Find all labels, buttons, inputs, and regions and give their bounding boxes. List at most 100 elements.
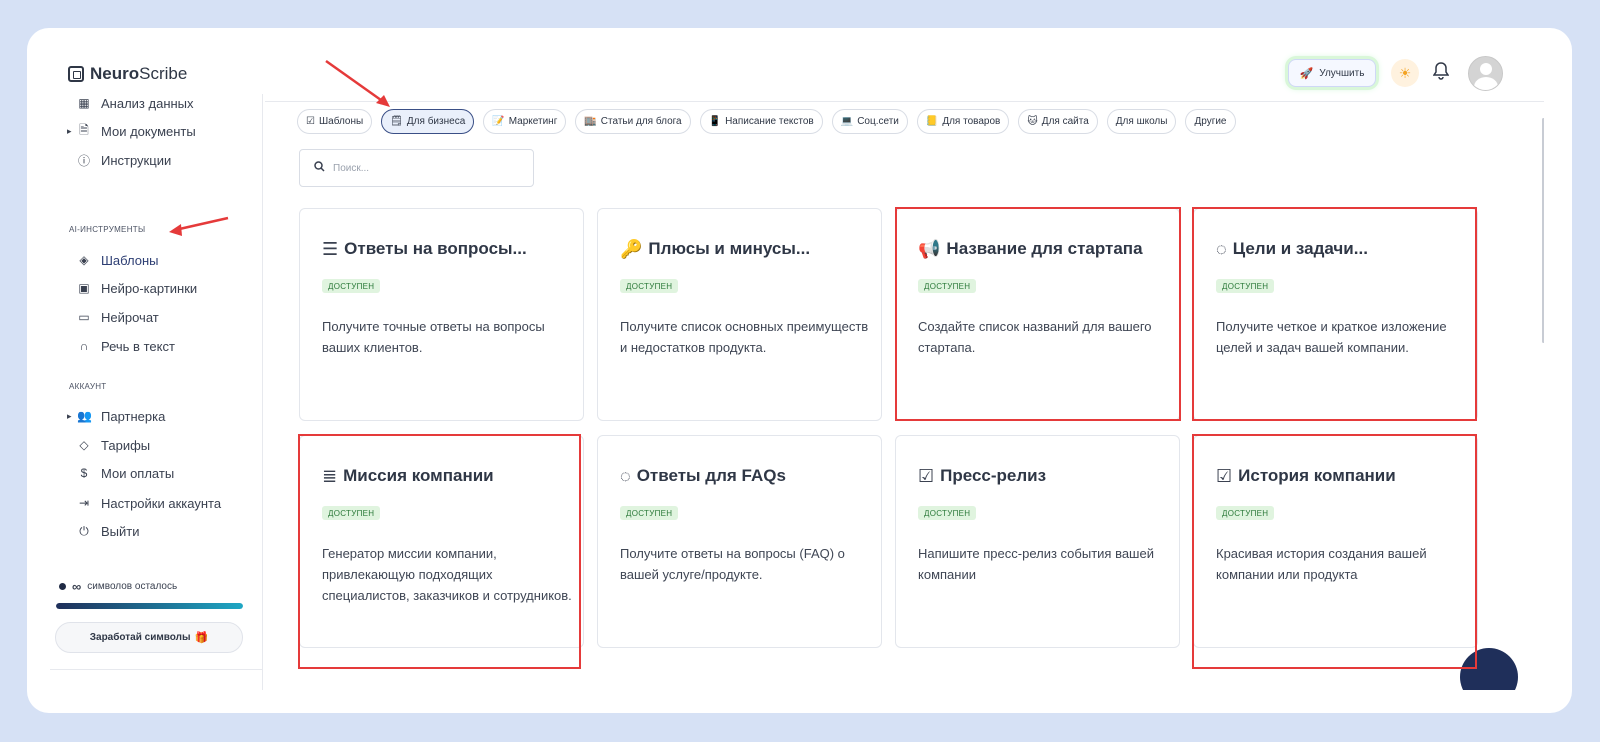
tag-icon: ◇ — [79, 438, 89, 452]
rocket-icon: 🚀 — [1299, 67, 1314, 80]
sidebar-section-account: Аккаунт — [69, 382, 107, 391]
chat-widget-button[interactable] — [1460, 648, 1518, 690]
sidebar-item-payments[interactable]: $ Мои оплаты — [77, 463, 175, 483]
sidebar-item-account-settings[interactable]: ⇥ Настройки аккаунта — [77, 493, 221, 513]
users-icon: 👥 — [77, 409, 92, 423]
sidebar-item-label: Партнерка — [101, 408, 166, 424]
status-badge: доступен — [322, 279, 381, 293]
template-card[interactable]: ◌ Ответы для FAQs доступен Получите ответы … — [597, 435, 882, 648]
tab-icon: ☑ — [306, 116, 315, 127]
card-description: Получите точные ответы на вопросы ваших … — [322, 319, 545, 355]
tab-icon: 📝 — [492, 116, 505, 127]
scrollbar[interactable] — [1542, 118, 1544, 343]
status-badge: доступен — [1216, 279, 1275, 293]
header-divider — [265, 101, 1544, 102]
tab-label: Шаблоны — [318, 116, 364, 127]
notification-bell-icon[interactable] — [1432, 62, 1450, 85]
sidebar-item-speech-to-text[interactable]: ∩ Речь в текст — [77, 336, 175, 356]
sidebar-item-label: Тарифы — [101, 437, 151, 453]
template-card[interactable]: ◌ Цели и задачи... доступен Получите четкое… — [1193, 208, 1478, 421]
headphones-icon: ∩ — [79, 339, 89, 353]
earn-label: Заработай символы — [89, 632, 191, 643]
sidebar-item-label: Нейрочат — [101, 309, 159, 325]
status-badge: доступен — [620, 279, 679, 293]
help-icon: ⓘ — [77, 153, 90, 168]
sidebar-item-label: Мои документы — [101, 123, 196, 139]
template-card[interactable]: 📢 Название для стартапа доступен Создайте с… — [895, 208, 1180, 421]
sidebar-item-templates[interactable]: ◈ Шаблоны — [77, 250, 159, 270]
card-icon: ☰ — [322, 239, 339, 259]
logo[interactable]: NeuroScribe — [68, 64, 187, 84]
card-title: Ответы для FAQs — [636, 466, 786, 485]
sidebar-item-label: Шаблоны — [101, 252, 159, 268]
tab-9[interactable]: Для школы — [1106, 109, 1177, 134]
dollar-icon: $ — [80, 466, 88, 480]
tab-5[interactable]: 📱 Написание текстов — [699, 109, 823, 134]
card-title: Пресс-релиз — [940, 466, 1047, 485]
sidebar-item-partners[interactable]: 👥 Партнерка — [67, 406, 166, 426]
card-description: Получите четкое и краткое изложение целе… — [1216, 319, 1447, 355]
search-input[interactable]: Поиск... — [299, 149, 534, 187]
template-card[interactable]: ☑ История компании доступен Красивая истори… — [1193, 435, 1478, 648]
tab-label: Для школы — [1115, 116, 1168, 127]
tab-7[interactable]: 📒 Для товаров — [916, 109, 1010, 134]
card-title-row: ☑ Пресс-релиз — [918, 466, 1046, 486]
sidebar-item-data-analysis[interactable]: ▦ Анализ данных — [77, 94, 193, 113]
card-title: История компании — [1238, 466, 1396, 485]
tab-8[interactable]: 🐱 Для сайта — [1018, 109, 1098, 134]
screenshot-frame: NeuroScribe 🚀 Улучшить ☀ ▦ Анализ данных… — [27, 28, 1572, 713]
chart-icon: ▦ — [78, 96, 90, 110]
tab-label: Соц.сети — [857, 116, 899, 127]
search-placeholder: Поиск... — [333, 162, 370, 174]
sidebar-item-label: Мои оплаты — [101, 465, 175, 481]
sidebar-item-instructions[interactable]: ⓘ Инструкции — [77, 150, 171, 170]
category-tabs: ☑ Шаблоны 🗒 Для бизнеса 📝 Маркетинг 🏬 Статьи дл… — [297, 109, 1236, 134]
card-icon: ☑ — [918, 466, 935, 486]
template-card[interactable]: ☰ Ответы на вопросы... доступен Получите то… — [299, 208, 584, 421]
card-icon: ≣ — [322, 466, 338, 486]
avatar[interactable] — [1468, 56, 1503, 91]
card-title: Ответы на вопросы... — [344, 239, 527, 258]
tab-label: Для товаров — [942, 116, 1001, 127]
earn-symbols-button[interactable]: Заработай символы 🎁 — [55, 622, 243, 653]
tab-label: Написание текстов — [725, 116, 814, 127]
chat-icon: ▭ — [78, 310, 90, 324]
status-dot — [59, 583, 66, 590]
gift-icon: 🎁 — [194, 632, 209, 644]
sidebar-section-ai: AI-инструменты — [69, 225, 146, 234]
card-icon: ◌ — [1216, 239, 1227, 259]
sidebar-item-tariffs[interactable]: ◇ Тарифы — [77, 435, 150, 455]
template-card[interactable]: ≣ Миссия компании доступен Генератор миссии… — [299, 435, 584, 648]
annotation-arrow-icon — [169, 216, 229, 236]
tab-6[interactable]: 💻 Соц.сети — [831, 109, 908, 134]
sidebar-item-label: Нейро-картинки — [101, 280, 198, 296]
sidebar-item-neuro-images[interactable]: ▣ Нейро-картинки — [77, 278, 197, 298]
card-description: Получите ответы на вопросы (FAQ) о вашей… — [620, 546, 845, 582]
tab-3[interactable]: 📝 Маркетинг — [483, 109, 567, 134]
tab-10[interactable]: Другие — [1185, 109, 1236, 134]
symbols-text: символов осталось — [87, 581, 178, 592]
card-title-row: ◌ Цели и задачи... — [1216, 239, 1368, 259]
status-badge: доступен — [620, 506, 679, 520]
upgrade-button[interactable]: 🚀 Улучшить — [1288, 59, 1376, 87]
sidebar-item-neurochat[interactable]: ▭ Нейрочат — [77, 307, 159, 327]
status-badge: доступен — [1216, 506, 1275, 520]
status-badge: доступен — [918, 279, 977, 293]
sidebar-item-my-documents[interactable]: 🗎 Мои документы — [67, 121, 196, 141]
card-title-row: 📢 Название для стартапа — [918, 239, 1143, 259]
sidebar-item-logout[interactable]: ⏻ Выйти — [77, 521, 140, 541]
template-card[interactable]: ☑ Пресс-релиз доступен Напишите пресс-релиз… — [895, 435, 1180, 648]
layers-icon: ◈ — [79, 253, 89, 267]
card-description: Генератор миссии компании, привлекающую … — [322, 546, 572, 603]
tab-label: Маркетинг — [508, 116, 558, 127]
card-title-row: ≣ Миссия компании — [322, 466, 494, 486]
theme-toggle-sun-icon[interactable]: ☀ — [1391, 59, 1419, 87]
tab-4[interactable]: 🏬 Статьи для блога — [575, 109, 691, 134]
card-icon: 🔑 — [620, 239, 643, 259]
card-icon: ☑ — [1216, 466, 1233, 486]
template-card[interactable]: 🔑 Плюсы и минусы... доступен Получите списо… — [597, 208, 882, 421]
sidebar-divider — [50, 669, 262, 670]
sidebar-item-label: Выйти — [101, 523, 140, 539]
sidebar-item-label: Речь в текст — [101, 338, 175, 354]
card-icon: 📢 — [918, 239, 941, 259]
